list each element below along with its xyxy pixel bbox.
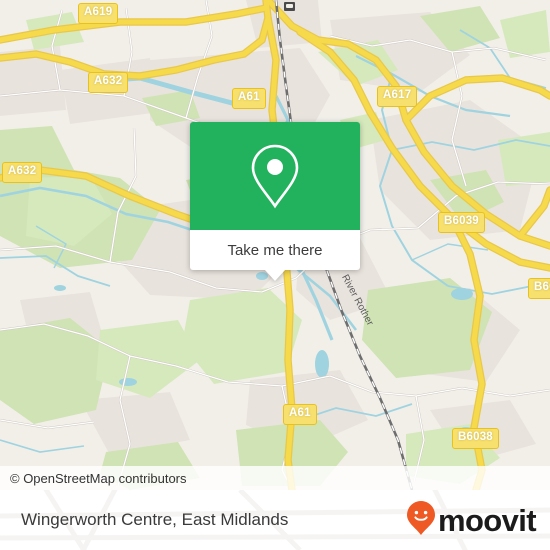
moovit-smiley-pin-icon xyxy=(406,500,436,541)
footer-content: Wingerworth Centre, East Midlands moovit xyxy=(0,490,550,550)
road-shield-b60-east: B60 xyxy=(528,278,550,299)
map-attribution-bar: © OpenStreetMap contributors xyxy=(0,466,550,490)
road-shield-a632-west: A632 xyxy=(2,162,43,183)
take-me-there-callout[interactable]: Take me there xyxy=(190,122,360,281)
road-shield-b6038: B6038 xyxy=(452,428,499,449)
map-canvas[interactable]: A619 A632 A632 A61 A617 B6039 B60 A61 B6… xyxy=(0,0,550,490)
road-shield-b6039: B6039 xyxy=(438,212,485,233)
road-shield-a617: A617 xyxy=(377,86,418,107)
callout-action-bar[interactable]: Take me there xyxy=(190,230,360,270)
callout-header xyxy=(190,122,360,230)
take-me-there-label: Take me there xyxy=(227,241,323,259)
road-shield-a61-south: A61 xyxy=(283,404,317,425)
moovit-brand[interactable]: moovit xyxy=(406,500,550,541)
footer-bar: Wingerworth Centre, East Midlands moovit xyxy=(0,490,550,550)
location-pin-icon xyxy=(247,142,303,210)
railway-station-icon xyxy=(284,2,295,11)
moovit-wordmark: moovit xyxy=(437,502,537,538)
road-shield-a619: A619 xyxy=(78,3,119,24)
road-shield-a61: A61 xyxy=(232,88,266,109)
callout-pointer-tail xyxy=(264,269,286,281)
moovit-map-card: A619 A632 A632 A61 A617 B6039 B60 A61 B6… xyxy=(0,0,550,550)
openstreetmap-attribution: © OpenStreetMap contributors xyxy=(10,470,187,486)
place-title: Wingerworth Centre, East Midlands xyxy=(21,510,289,529)
road-shield-a632: A632 xyxy=(88,72,129,93)
